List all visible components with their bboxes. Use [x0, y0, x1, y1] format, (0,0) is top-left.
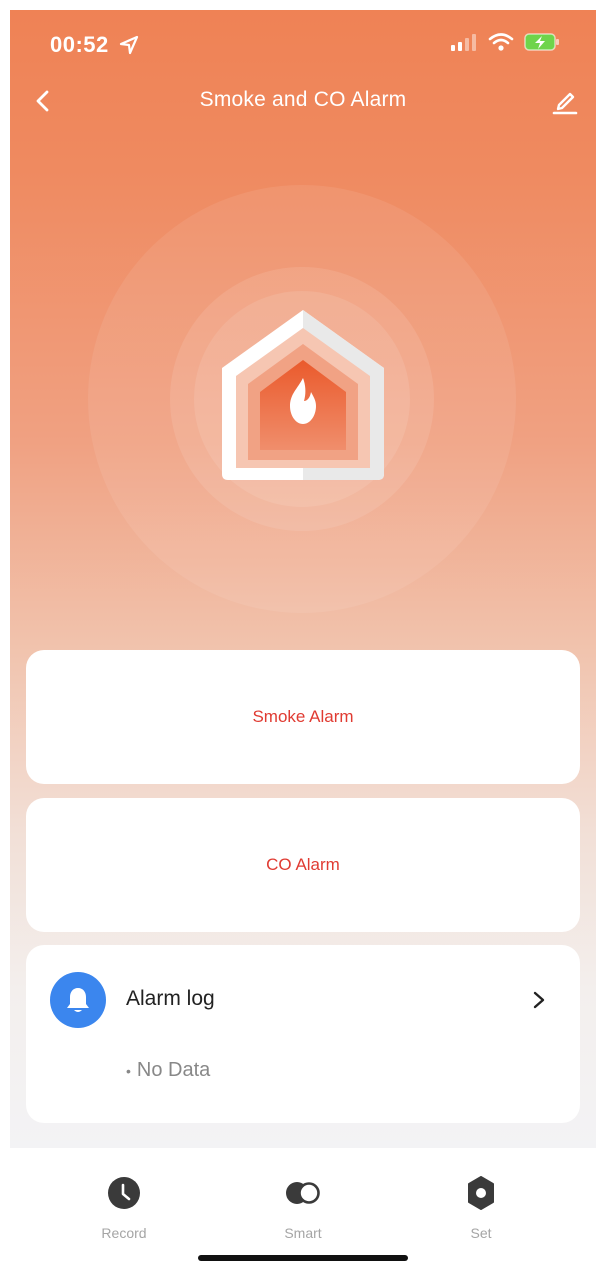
- status-icons: [450, 32, 560, 52]
- status-time: 00:52: [50, 32, 109, 57]
- tab-record-label: Record: [101, 1225, 147, 1241]
- chevron-right-icon[interactable]: [530, 990, 548, 1010]
- co-alarm-button[interactable]: CO Alarm: [26, 798, 580, 932]
- bullet-dot: •: [126, 1062, 131, 1079]
- tab-set-label: Set: [470, 1225, 492, 1241]
- gear-icon: [468, 1176, 494, 1210]
- alarm-log-card[interactable]: Alarm log • No Data: [26, 945, 580, 1123]
- smoke-detector-house-icon: [222, 310, 384, 480]
- tab-smart-label: Smart: [284, 1225, 322, 1241]
- tab-smart[interactable]: Smart: [243, 1176, 363, 1241]
- home-indicator: [198, 1255, 408, 1261]
- no-data-text: No Data: [136, 1059, 211, 1081]
- smoke-alarm-button[interactable]: Smoke Alarm: [26, 650, 580, 784]
- location-arrow-icon: [119, 35, 139, 55]
- smoke-alarm-label: Smoke Alarm: [252, 707, 354, 726]
- battery-icon: [524, 33, 559, 51]
- wifi-icon: [488, 33, 514, 51]
- alarm-log-empty: • No Data: [126, 1059, 210, 1082]
- toggle-icon: [286, 1182, 320, 1204]
- bell-icon: [50, 972, 106, 1028]
- clock-icon: [108, 1177, 140, 1209]
- signal-icon: [451, 34, 476, 51]
- co-alarm-label: CO Alarm: [266, 855, 340, 874]
- edit-pencil-icon[interactable]: [550, 86, 580, 116]
- tab-bar: Record Smart Set: [0, 1148, 605, 1264]
- app-screen: 00:52 Smoke and CO Alarm Smoke Alarm CO …: [10, 10, 596, 1148]
- tab-record[interactable]: Record: [64, 1176, 184, 1241]
- page-title: Smoke and CO Alarm: [199, 88, 407, 111]
- tab-set[interactable]: Set: [421, 1176, 541, 1241]
- alarm-log-title: Alarm log: [126, 987, 215, 1010]
